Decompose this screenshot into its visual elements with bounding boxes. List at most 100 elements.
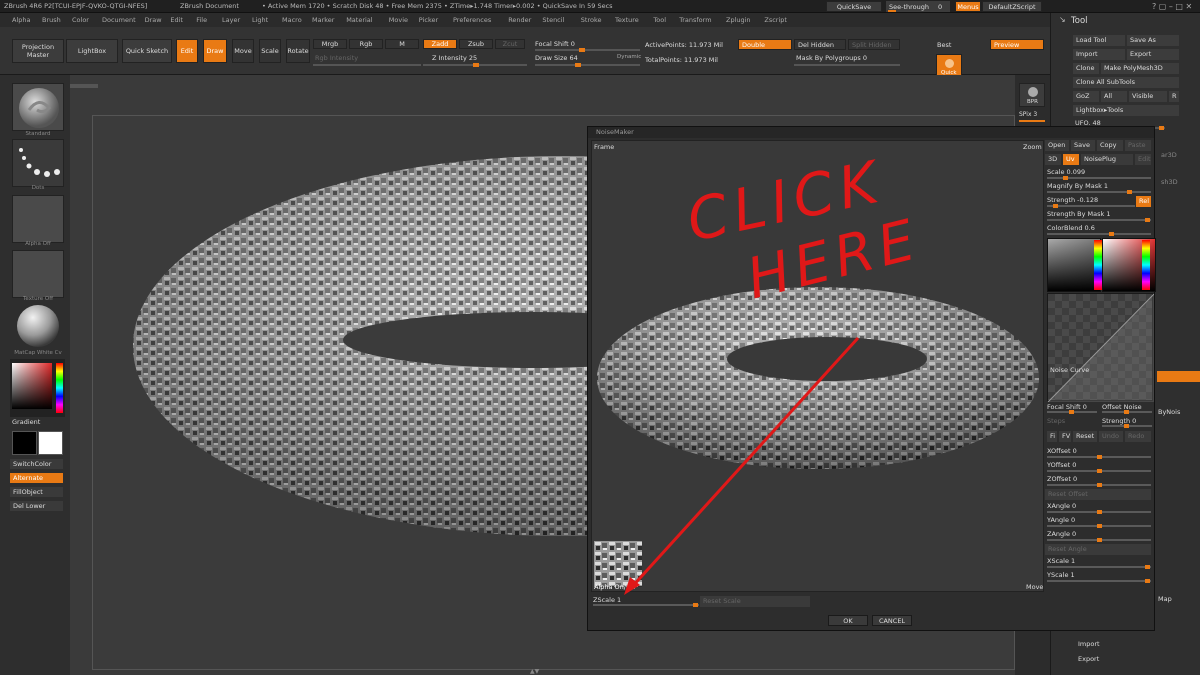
panel-orange-toggle[interactable] xyxy=(1157,371,1200,382)
rel-toggle[interactable]: Rel xyxy=(1136,196,1151,207)
color-picker[interactable] xyxy=(10,359,65,417)
rotate-mode-button[interactable]: Rotate xyxy=(286,39,310,63)
draw-size-knob[interactable] xyxy=(575,63,581,67)
strength-by-mask-slider[interactable] xyxy=(1047,218,1151,222)
save-button[interactable]: Save xyxy=(1071,140,1095,151)
strength-slider[interactable] xyxy=(1047,204,1135,208)
zscale-slider[interactable] xyxy=(593,603,699,607)
xscale-label[interactable]: XScale 1 xyxy=(1047,557,1075,565)
z-intensity-label[interactable]: Z Intensity 25 xyxy=(432,54,477,62)
yangle-label[interactable]: YAngle 0 xyxy=(1047,516,1075,524)
menu-macro[interactable]: Macro xyxy=(282,16,302,24)
mask-by-polygroups-slider[interactable] xyxy=(794,64,900,66)
color-square[interactable] xyxy=(12,363,52,409)
yangle-slider[interactable] xyxy=(1047,524,1151,528)
fillobject-button[interactable]: FillObject xyxy=(10,487,63,497)
see-through-slider[interactable]: See-through 0 xyxy=(886,1,950,12)
bpr-button[interactable]: BPR xyxy=(1019,83,1045,107)
draw-size-label[interactable]: Draw Size 64 xyxy=(535,54,578,62)
alternate-button[interactable]: Alternate xyxy=(10,473,63,483)
reset-scale-button[interactable]: Reset Scale xyxy=(700,596,810,607)
spix-label[interactable]: SPix 3 xyxy=(1019,111,1037,118)
texture-thumbnail[interactable] xyxy=(12,250,64,298)
zoffset-label[interactable]: ZOffset 0 xyxy=(1047,475,1077,483)
menus-button[interactable]: Menus xyxy=(955,1,981,12)
undo-button[interactable]: Undo xyxy=(1099,431,1123,442)
noise-curve-editor[interactable]: Noise Curve xyxy=(1047,293,1154,402)
yscale-knob[interactable] xyxy=(1145,579,1150,583)
strength-by-mask-knob[interactable] xyxy=(1145,218,1150,222)
z-intensity-slider[interactable] xyxy=(423,63,527,67)
zoffset-knob[interactable] xyxy=(1097,483,1102,487)
xangle-label[interactable]: XAngle 0 xyxy=(1047,502,1076,510)
zangle-slider[interactable] xyxy=(1047,538,1151,542)
magnify-by-mask-slider[interactable] xyxy=(1047,190,1151,194)
magnify-by-mask-knob[interactable] xyxy=(1127,190,1132,194)
curve-reset-button[interactable]: Reset xyxy=(1073,431,1097,442)
preview-button[interactable]: Preview xyxy=(990,39,1044,50)
menu-picker[interactable]: Picker xyxy=(419,16,438,24)
yangle-knob[interactable] xyxy=(1097,524,1102,528)
draw-size-slider[interactable] xyxy=(535,63,640,67)
3d-toggle[interactable]: 3D xyxy=(1045,154,1061,165)
goz-button[interactable]: GoZ xyxy=(1073,91,1099,102)
primary-color-swatch[interactable] xyxy=(12,431,37,455)
projection-master-button[interactable]: Projection Master xyxy=(12,39,64,63)
strength-by-mask-label[interactable]: Strength By Mask 1 xyxy=(1047,210,1111,218)
rgb-button[interactable]: Rgb xyxy=(349,39,383,49)
curve-focal-shift-slider[interactable] xyxy=(1047,410,1097,414)
menu-file[interactable]: File xyxy=(196,16,207,24)
lightbox-tools-button[interactable]: Lightbox▸Tools xyxy=(1073,105,1179,116)
menu-light[interactable]: Light xyxy=(252,16,268,24)
menu-stencil[interactable]: Stencil xyxy=(542,16,564,24)
reset-offset-button[interactable]: Reset Offset xyxy=(1045,489,1151,500)
xangle-slider[interactable] xyxy=(1047,510,1151,514)
copy-button[interactable]: Copy xyxy=(1097,140,1123,151)
double-button[interactable]: Double xyxy=(738,39,792,50)
yoffset-knob[interactable] xyxy=(1097,469,1102,473)
curve-focal-shift-knob[interactable] xyxy=(1069,410,1074,414)
draw-mode-button[interactable]: Draw xyxy=(203,39,227,63)
export-label-bottom[interactable]: Export xyxy=(1078,655,1099,663)
noise-color-picker-1[interactable] xyxy=(1047,238,1101,292)
switchcolor-button[interactable]: SwitchColor xyxy=(10,459,63,469)
zscale-knob[interactable] xyxy=(693,603,698,607)
zcut-button[interactable]: Zcut xyxy=(495,39,525,49)
stroke-thumbnail[interactable] xyxy=(12,139,64,187)
colorblend-knob[interactable] xyxy=(1109,232,1114,236)
yoffset-label[interactable]: YOffset 0 xyxy=(1047,461,1076,469)
edit-mode-button[interactable]: Edit xyxy=(176,39,198,63)
ok-button[interactable]: OK xyxy=(828,615,868,626)
menu-render[interactable]: Render xyxy=(508,16,531,24)
menu-preferences[interactable]: Preferences xyxy=(453,16,491,24)
save-as-button[interactable]: Save As xyxy=(1127,35,1179,46)
offset-noise-knob[interactable] xyxy=(1124,410,1129,414)
noiseplug-button[interactable]: NoisePlug xyxy=(1081,154,1133,165)
zangle-label[interactable]: ZAngle 0 xyxy=(1047,530,1076,538)
colorblend-slider[interactable] xyxy=(1047,232,1151,236)
noise-hue-strip-2[interactable] xyxy=(1142,240,1150,290)
menu-document[interactable]: Document xyxy=(102,16,136,24)
menu-alpha[interactable]: Alpha xyxy=(12,16,30,24)
yscale-label[interactable]: YScale 1 xyxy=(1047,571,1075,579)
alpha-thumbnail[interactable] xyxy=(12,195,64,243)
export-button[interactable]: Export xyxy=(1127,49,1179,60)
zscale-label[interactable]: ZScale 1 xyxy=(593,596,621,604)
strength-label[interactable]: Strength -0.128 xyxy=(1047,196,1098,204)
curve-focal-shift-label[interactable]: Focal Shift 0 xyxy=(1047,403,1087,411)
default-zscript-button[interactable]: DefaultZScript xyxy=(982,1,1042,12)
all-button[interactable]: All xyxy=(1101,91,1127,102)
canvas-scroll-indicator[interactable] xyxy=(70,84,98,88)
reset-angle-button[interactable]: Reset Angle xyxy=(1045,544,1151,555)
menu-material[interactable]: Material xyxy=(346,16,372,24)
menu-brush[interactable]: Brush xyxy=(42,16,61,24)
quick-sketch-button[interactable]: Quick Sketch xyxy=(122,39,172,63)
xangle-knob[interactable] xyxy=(1097,510,1102,514)
curve-strength-slider[interactable] xyxy=(1102,424,1152,428)
move-mode-button[interactable]: Move xyxy=(232,39,254,63)
menu-zscript[interactable]: Zscript xyxy=(764,16,787,24)
colorblend-label[interactable]: ColorBlend 0.6 xyxy=(1047,224,1095,232)
focal-shift-label[interactable]: Focal Shift 0 xyxy=(535,40,575,48)
quicksave-button[interactable]: QuickSave xyxy=(826,1,882,12)
open-button[interactable]: Open xyxy=(1045,140,1069,151)
